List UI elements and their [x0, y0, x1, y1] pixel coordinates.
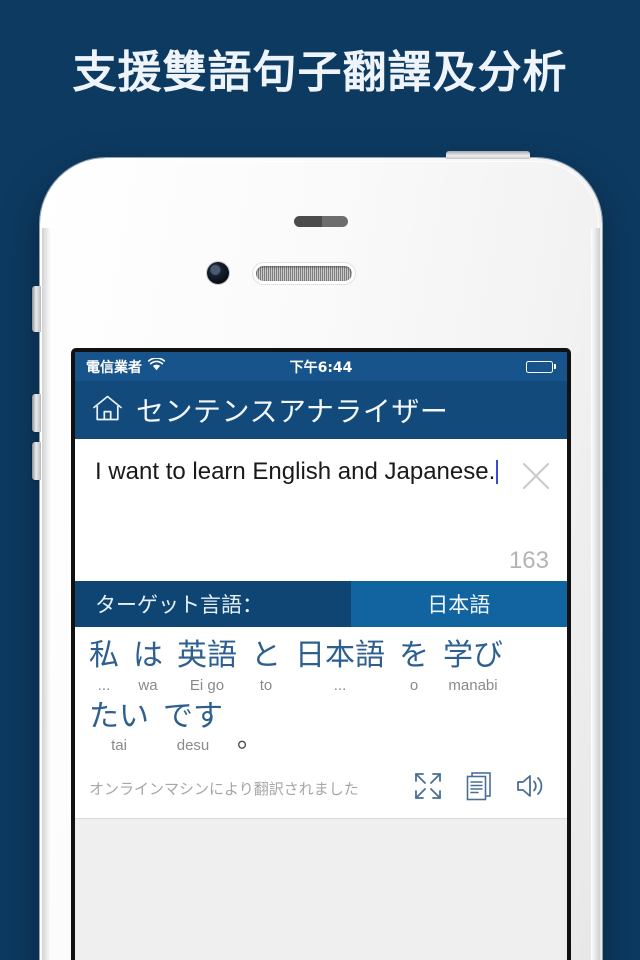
translation-source-note: オンラインマシンにより翻訳されました — [89, 780, 359, 798]
close-x-icon[interactable] — [519, 459, 553, 493]
translation-token[interactable]: 私... — [89, 638, 119, 696]
translation-token-row: 私... は wa 英語 Ei go と to 日本語... を o 学び manabi たい tai です… — [89, 638, 553, 760]
phone-left-edge — [42, 228, 51, 960]
token-japanese: は — [133, 638, 163, 673]
token-japanese: 学び — [443, 638, 503, 673]
token-romaji: ... — [97, 676, 111, 694]
status-bar: 電信業者 下午6:44 — [75, 352, 567, 381]
front-camera-icon — [207, 262, 229, 284]
translation-token[interactable]: と to — [251, 638, 281, 696]
wifi-icon — [147, 357, 166, 375]
screen-empty-area — [75, 819, 567, 960]
target-language-value[interactable]: 日本語 — [350, 581, 567, 627]
translation-token[interactable]: をo — [399, 638, 429, 696]
volume-up-button[interactable] — [32, 394, 41, 432]
token-japanese: 日本語 — [295, 638, 385, 673]
target-language-bar[interactable]: ターゲット言語： 日本語 — [75, 581, 567, 627]
nav-title: センテンスアナライザー — [136, 395, 449, 428]
phone-right-edge — [591, 228, 600, 960]
token-romaji: tai — [111, 737, 127, 754]
translation-token[interactable]: 学び manabi — [443, 638, 503, 696]
token-japanese: です — [163, 698, 223, 734]
token-romaji: desu — [176, 737, 210, 754]
token-romaji: to — [259, 676, 273, 694]
token-japanese: を — [399, 638, 429, 673]
token-romaji: Ei go — [189, 676, 225, 694]
translation-token[interactable]: 英語 Ei go — [177, 638, 237, 696]
token-japanese: 英語 — [177, 638, 237, 673]
input-value: I want to learn English and Japanese. — [95, 458, 496, 485]
text-caret — [496, 460, 499, 484]
battery-full-icon — [526, 360, 556, 373]
copy-document-icon[interactable] — [465, 771, 493, 806]
mute-switch[interactable] — [32, 286, 41, 332]
speaker-icon[interactable] — [515, 771, 547, 806]
translation-token[interactable]: たい tai — [89, 698, 149, 757]
token-japanese: たい — [89, 698, 149, 734]
volume-down-button[interactable] — [32, 442, 41, 480]
char-counter: 163 — [508, 547, 549, 574]
carrier-label: 電信業者 — [86, 359, 142, 376]
promo-screenshot: 支援雙語句子翻譯及分析 電信業者 下午6:44 センテンスアナライザー I wa… — [0, 0, 640, 960]
target-language-label: ターゲット言語： — [75, 581, 351, 627]
token-romaji: wa — [138, 676, 158, 694]
sentence-input-card[interactable]: I want to learn English and Japanese. 16… — [75, 439, 567, 581]
nav-bar: センテンスアナライザー — [75, 381, 567, 439]
home-icon[interactable] — [91, 393, 124, 428]
result-footer: オンラインマシンにより翻訳されました — [75, 760, 567, 818]
translation-token[interactable]: です desu — [163, 698, 223, 757]
phone-device: 電信業者 下午6:44 センテンスアナライザー I want to learn … — [32, 151, 602, 960]
token-japanese: 。 — [237, 724, 264, 755]
earpiece-speaker-icon — [256, 266, 352, 281]
translation-result-card: 私... は wa 英語 Ei go と to 日本語... を o 学び manabi たい tai です… — [75, 627, 567, 760]
token-romaji: o — [409, 676, 419, 694]
page-title: 支援雙語句子翻譯及分析 — [72, 47, 568, 98]
app-screen: 電信業者 下午6:44 センテンスアナライザー I want to learn … — [75, 352, 567, 960]
token-romaji: manabi — [448, 676, 498, 694]
translation-token[interactable]: 。 — [237, 724, 264, 756]
translation-token[interactable]: は wa — [133, 638, 163, 696]
expand-icon[interactable] — [413, 771, 443, 806]
translation-token[interactable]: 日本語... — [295, 638, 385, 696]
sentence-input-text[interactable]: I want to learn English and Japanese. — [95, 455, 509, 489]
proximity-sensor-icon — [294, 216, 348, 227]
phone-screen-frame: 電信業者 下午6:44 センテンスアナライザー I want to learn … — [71, 348, 571, 960]
power-button[interactable] — [446, 151, 530, 159]
token-romaji: ... — [333, 676, 347, 694]
token-japanese: と — [251, 638, 281, 673]
footer-actions — [413, 771, 553, 806]
token-japanese: 私 — [89, 638, 119, 673]
